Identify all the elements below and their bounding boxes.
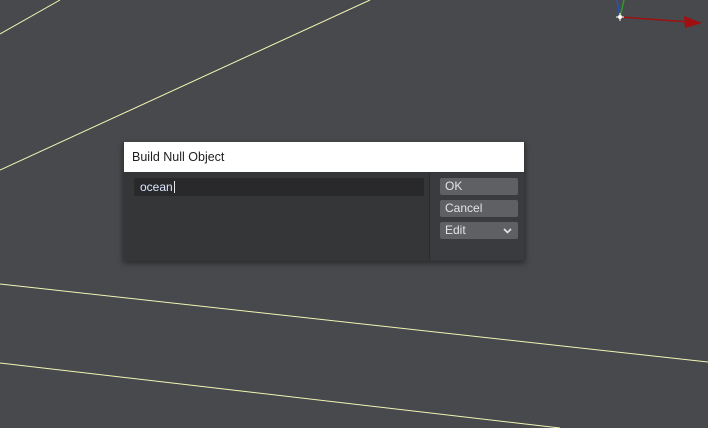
grid-line (0, 362, 561, 428)
dialog-content-panel: ocean (124, 173, 430, 260)
null-name-input[interactable]: ocean (134, 178, 424, 196)
dialog-title: Build Null Object (124, 142, 524, 172)
null-name-value: ocean (140, 180, 173, 194)
ok-button-label: OK (445, 179, 463, 193)
axis-gizmo (616, 0, 702, 28)
cancel-button-label: Cancel (445, 201, 483, 215)
build-null-object-dialog: Build Null Object ocean OK Cancel Edit (123, 142, 525, 261)
edit-dropdown-label: Edit (445, 223, 466, 237)
grid-line (0, 0, 61, 35)
ok-button[interactable]: OK (440, 178, 518, 195)
cancel-button[interactable]: Cancel (440, 200, 518, 217)
edit-dropdown[interactable]: Edit (440, 222, 518, 239)
text-caret (173, 181, 175, 193)
grid-line (0, 283, 708, 363)
chevron-down-icon (503, 222, 512, 239)
dialog-button-panel: OK Cancel Edit (430, 173, 524, 260)
